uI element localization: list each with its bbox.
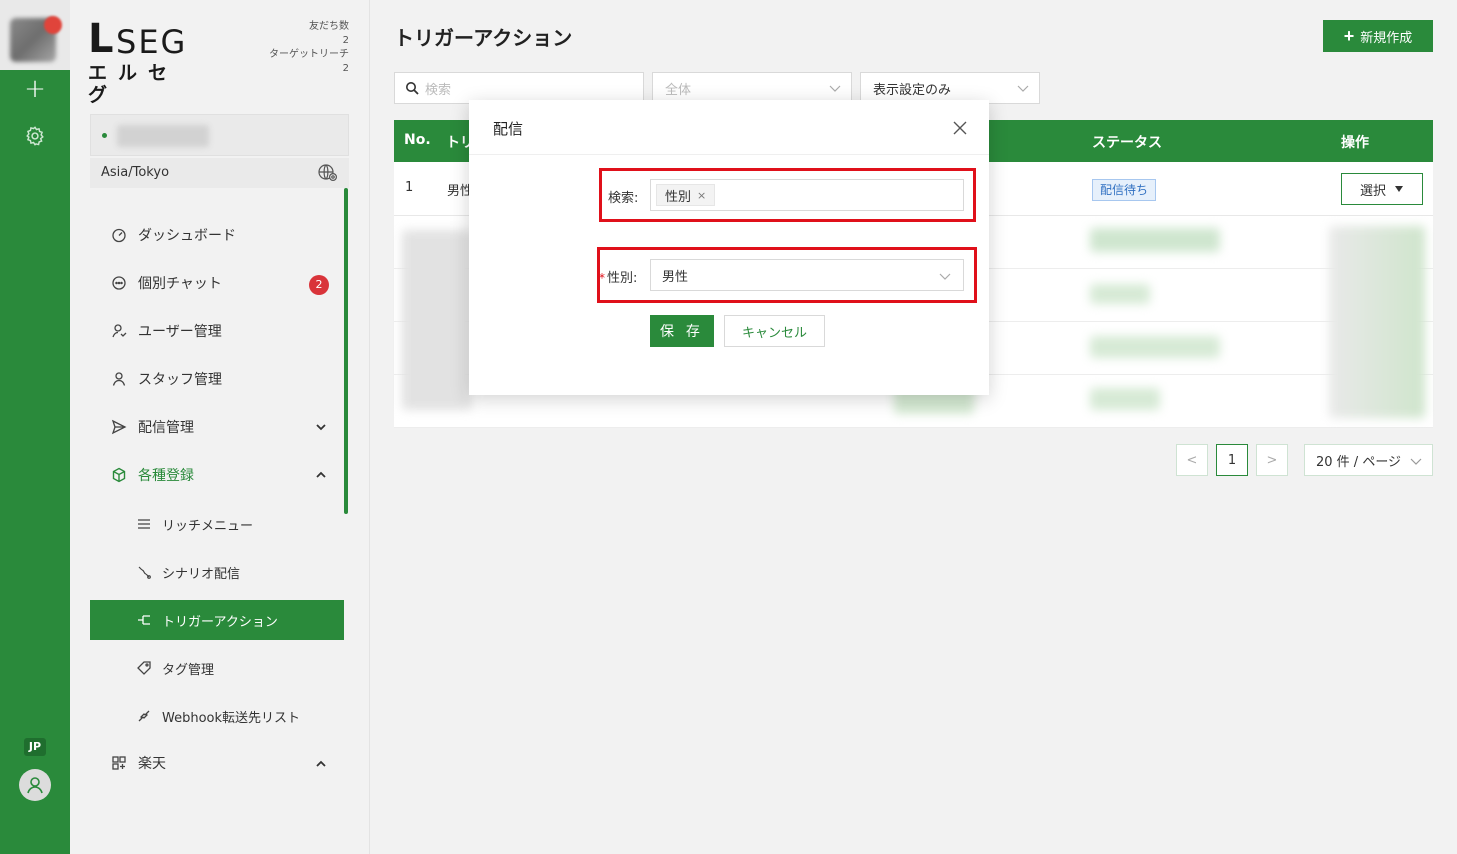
required-marker: *	[599, 271, 605, 285]
chevron-down-icon	[939, 273, 951, 280]
save-button[interactable]: 保 存	[650, 315, 714, 347]
delivery-modal: 配信 検索: 性別 × * 性別: 男性 保 存 キャンセル	[469, 100, 989, 395]
gender-select[interactable]: 男性	[650, 259, 964, 291]
search-tag-input[interactable]: 性別 ×	[650, 179, 964, 211]
gender-field-label: * 性別:	[599, 267, 637, 286]
chip-remove-icon[interactable]: ×	[697, 189, 706, 202]
modal-title: 配信	[493, 120, 524, 138]
search-field-label: 検索:	[608, 191, 639, 206]
close-icon[interactable]	[951, 119, 969, 137]
gender-label-text: 性別:	[607, 271, 638, 286]
chip-label: 性別	[665, 189, 692, 205]
modal-header: 配信	[469, 100, 989, 155]
gender-select-value: 男性	[662, 269, 689, 285]
search-tag-chip[interactable]: 性別 ×	[656, 184, 716, 206]
cancel-button[interactable]: キャンセル	[724, 315, 825, 347]
